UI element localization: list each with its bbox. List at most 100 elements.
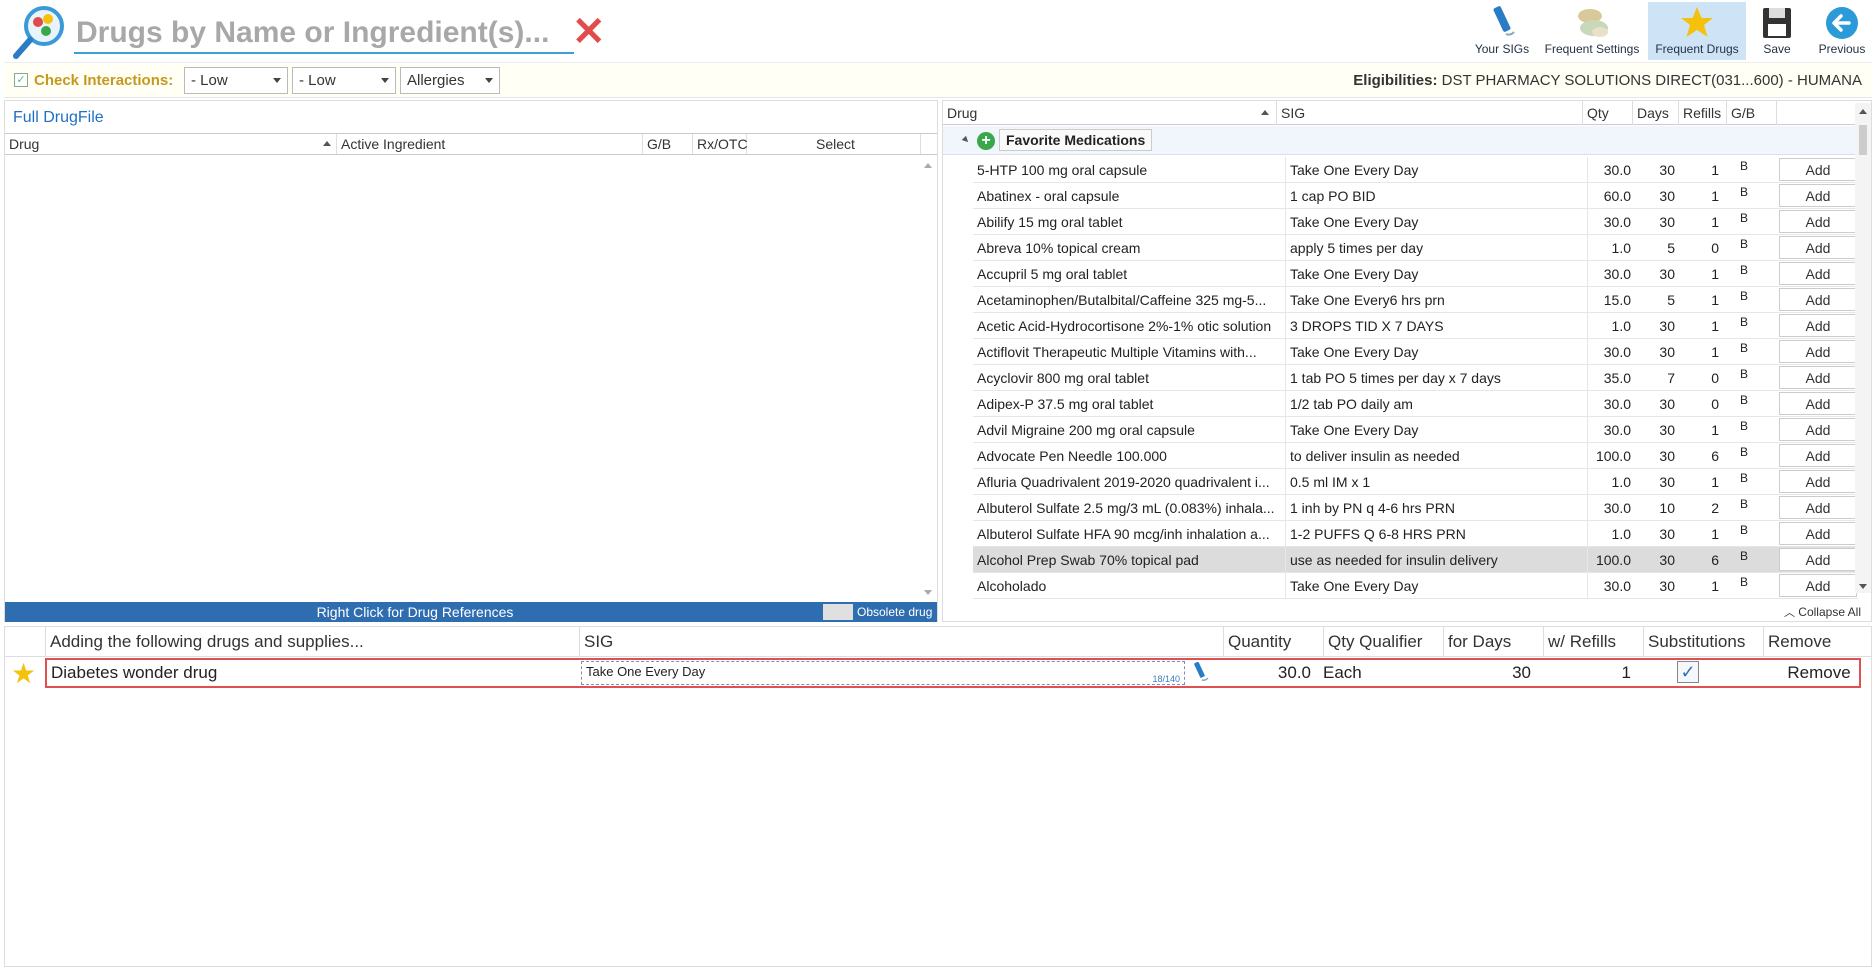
- add-button[interactable]: Add: [1779, 210, 1857, 233]
- frequent-drug-row[interactable]: Adipex-P 37.5 mg oral tablet 1/2 tab PO d…: [973, 391, 1858, 417]
- frequent-settings-button[interactable]: Frequent Settings: [1540, 2, 1644, 60]
- drug-name: Alcohol Prep Swab 70% topical pad: [977, 552, 1199, 568]
- frequent-drug-row[interactable]: Actiflovit Therapeutic Multiple Vitamins…: [973, 339, 1858, 365]
- drug-days: 30: [1659, 422, 1675, 438]
- add-button[interactable]: Add: [1779, 236, 1857, 259]
- scroll-up-icon[interactable]: [924, 163, 932, 168]
- sig-pen-icon[interactable]: [1189, 661, 1211, 684]
- remove-button[interactable]: Remove: [1777, 660, 1861, 686]
- allergies-dropdown[interactable]: Allergies: [400, 67, 500, 94]
- frequent-drug-row[interactable]: Albuterol Sulfate HFA 90 mcg/inh inhalat…: [973, 521, 1858, 547]
- add-button[interactable]: Add: [1779, 288, 1857, 311]
- drug-name: Adipex-P 37.5 mg oral tablet: [977, 396, 1154, 412]
- col-gb[interactable]: G/B: [643, 134, 693, 154]
- save-button[interactable]: Save: [1752, 2, 1802, 60]
- sig-input[interactable]: Take One Every Day 18/140: [581, 661, 1185, 685]
- frequent-drug-row[interactable]: Acetic Acid-Hydrocortisone 2%-1% otic so…: [973, 313, 1858, 339]
- drug-sig: Take One Every Day: [1285, 417, 1583, 443]
- frequent-drug-row[interactable]: Albuterol Sulfate 2.5 mg/3 mL (0.083%) i…: [973, 495, 1858, 521]
- scroll-thumb[interactable]: [1859, 125, 1867, 155]
- add-button[interactable]: Add: [1779, 418, 1857, 441]
- drug-days: 5: [1667, 240, 1675, 256]
- eligibilities-value: DST PHARMACY SOLUTIONS DIRECT(031...600)…: [1441, 72, 1862, 89]
- frequent-drug-row[interactable]: Abilify 15 mg oral tablet Take One Every …: [973, 209, 1858, 235]
- add-button[interactable]: Add: [1779, 574, 1857, 597]
- frequent-drug-row[interactable]: Afluria Quadrivalent 2019-2020 quadrival…: [973, 469, 1858, 495]
- check-interactions-checkbox[interactable]: ✓: [14, 73, 28, 87]
- add-button[interactable]: Add: [1779, 314, 1857, 337]
- drug-gb: B: [1739, 185, 1748, 199]
- frequent-drug-row[interactable]: Accupril 5 mg oral tablet Take One Every …: [973, 261, 1858, 287]
- expand-triangle-icon[interactable]: [961, 135, 971, 145]
- add-button[interactable]: Add: [1779, 262, 1857, 285]
- add-button[interactable]: Add: [1779, 366, 1857, 389]
- frequent-drug-row[interactable]: Abatinex - oral capsule 1 cap PO BID 60.0 3…: [973, 183, 1858, 209]
- drug-qty: 30.0: [1587, 391, 1631, 417]
- collapse-all-button[interactable]: ︿ Collapse All: [1784, 604, 1861, 620]
- add-favorite-icon[interactable]: +: [977, 132, 995, 150]
- added-drug-name: Diabetes wonder drug: [51, 663, 218, 682]
- drug-refills: 1: [1711, 188, 1719, 204]
- drug-days: 30: [1659, 474, 1675, 490]
- add-button[interactable]: Add: [1779, 470, 1857, 493]
- col-qty[interactable]: Qty: [1583, 101, 1633, 125]
- frequent-drugs-header: Drug SIG Qty Days Refills G/B: [943, 101, 1858, 125]
- favorite-star-icon[interactable]: ★: [11, 660, 41, 688]
- drug-name: Alcoholado: [977, 578, 1047, 594]
- frequent-drug-row[interactable]: Alcoholado Take One Every Day 30.0 30 1 B Add: [973, 573, 1858, 599]
- scroll-up-icon[interactable]: [1859, 109, 1867, 114]
- drug-qty: 30.0: [1587, 495, 1631, 521]
- col-drug[interactable]: Drug: [5, 134, 337, 154]
- your-sigs-button[interactable]: Your SIGs: [1472, 2, 1532, 60]
- frequent-drug-row[interactable]: Advocate Pen Needle 100.000 to deliver in…: [973, 443, 1858, 469]
- days-value[interactable]: 30: [1447, 660, 1531, 686]
- quantity-value[interactable]: 30.0: [1223, 660, 1311, 686]
- col-for-days: for Days: [1443, 627, 1543, 657]
- chevron-down-icon: [485, 78, 493, 83]
- full-drugfile-link[interactable]: Full DrugFile: [13, 109, 104, 127]
- drug-refills: 1: [1711, 344, 1719, 360]
- col-drug[interactable]: Drug: [943, 101, 1277, 125]
- refills-value[interactable]: 1: [1547, 660, 1631, 686]
- frequent-drug-row[interactable]: Acetaminophen/Butalbital/Caffeine 325 mg…: [973, 287, 1858, 313]
- interaction-level-dropdown-2[interactable]: - Low: [292, 67, 396, 94]
- drug-search-input[interactable]: [74, 14, 574, 54]
- previous-button[interactable]: Previous: [1812, 2, 1872, 60]
- col-select[interactable]: Select: [747, 134, 921, 154]
- col-days[interactable]: Days: [1633, 101, 1679, 125]
- clear-search-icon[interactable]: ✕: [572, 12, 606, 52]
- frequent-drugs-button[interactable]: Frequent Drugs: [1648, 2, 1746, 60]
- add-button[interactable]: Add: [1779, 444, 1857, 467]
- adding-drugs-grid: Adding the following drugs and supplies.…: [4, 626, 1872, 967]
- interaction-level-dropdown-1[interactable]: - Low: [184, 67, 288, 94]
- substitutions-checkbox[interactable]: ✓: [1677, 661, 1699, 683]
- add-button[interactable]: Add: [1779, 548, 1857, 571]
- drug-qty: 100.0: [1587, 547, 1631, 573]
- frequent-drug-row[interactable]: Acyclovir 800 mg oral tablet 1 tab PO 5 t…: [973, 365, 1858, 391]
- add-button[interactable]: Add: [1779, 496, 1857, 519]
- frequent-drug-row[interactable]: Abreva 10% topical cream apply 5 times pe…: [973, 235, 1858, 261]
- add-button[interactable]: Add: [1779, 184, 1857, 207]
- frequent-drugs-scrollbar[interactable]: [1855, 103, 1871, 593]
- add-button[interactable]: Add: [1779, 522, 1857, 545]
- drug-name: Abreva 10% topical cream: [977, 240, 1141, 256]
- add-button[interactable]: Add: [1779, 340, 1857, 363]
- scroll-down-icon[interactable]: [924, 590, 932, 595]
- frequent-drug-row[interactable]: Advil Migraine 200 mg oral capsule Take O…: [973, 417, 1858, 443]
- frequent-drug-row[interactable]: Alcohol Prep Swab 70% topical pad use as …: [973, 547, 1858, 573]
- add-button[interactable]: Add: [1779, 158, 1857, 181]
- col-sig[interactable]: SIG: [1277, 101, 1583, 125]
- scroll-down-icon[interactable]: [1859, 584, 1867, 589]
- sig-char-count: 18/140: [1152, 674, 1180, 684]
- frequent-drug-row[interactable]: 5-HTP 100 mg oral capsule Take One Every …: [973, 157, 1858, 183]
- drug-days: 30: [1659, 162, 1675, 178]
- add-button[interactable]: Add: [1779, 392, 1857, 415]
- col-rx-otc[interactable]: Rx/OTC: [693, 134, 748, 154]
- col-gb[interactable]: G/B: [1727, 101, 1777, 125]
- your-sigs-label: Your SIGs: [1474, 42, 1530, 56]
- col-refills[interactable]: Refills: [1679, 101, 1727, 125]
- qty-qualifier-value[interactable]: Each: [1323, 660, 1362, 686]
- col-active-ingredient[interactable]: Active Ingredient: [337, 134, 643, 154]
- drugfile-scrollbar[interactable]: [921, 157, 935, 599]
- favorite-medications-group[interactable]: + Favorite Medications: [943, 126, 1858, 155]
